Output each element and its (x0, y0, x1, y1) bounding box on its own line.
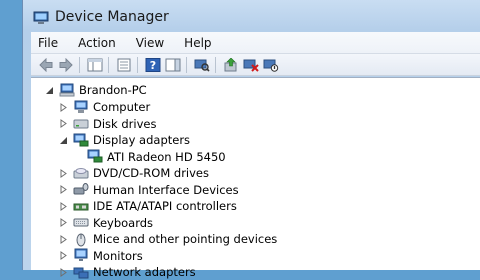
menu-view[interactable]: View (134, 35, 166, 51)
help-icon[interactable]: ? (144, 56, 162, 74)
tree-item-label: Human Interface Devices (93, 182, 239, 197)
expand-icon[interactable] (59, 251, 68, 260)
expand-icon[interactable] (59, 234, 68, 244)
monitor-icon (73, 248, 89, 263)
expand-icon[interactable] (59, 119, 68, 128)
tree-item-display-adapters[interactable]: Display adapters (59, 132, 190, 148)
expand-icon[interactable] (59, 185, 68, 194)
tree-item-keyboards[interactable]: Keyboards (59, 215, 153, 231)
keyboard-icon (73, 215, 89, 230)
tree-item-disk-drives[interactable]: Disk drives (59, 116, 156, 132)
ide-controller-icon (73, 199, 89, 214)
tree-item-label: Network adapters (93, 265, 196, 279)
device-manager-icon (33, 10, 49, 24)
menu-bar: File Action View Help (31, 32, 480, 54)
computer-icon (59, 83, 75, 98)
expand-icon[interactable] (59, 267, 68, 277)
expand-icon[interactable] (59, 201, 68, 211)
tree-item-label: Keyboards (93, 215, 154, 230)
tree-item-label: Monitors (93, 248, 143, 263)
tree-root[interactable]: Brandon-PC (45, 82, 147, 98)
computer-icon (73, 100, 89, 115)
menu-help[interactable]: Help (182, 35, 213, 51)
hid-icon (73, 182, 89, 197)
back-icon[interactable] (37, 56, 55, 74)
tree-item-label: DVD/CD-ROM drives (93, 166, 209, 180)
uninstall-icon[interactable] (242, 56, 260, 74)
title-bar[interactable]: Device Manager (23, 0, 480, 34)
tree-item-ati-radeon[interactable]: ATI Radeon HD 5450 (87, 149, 226, 165)
tree-item-label: Disk drives (93, 116, 157, 131)
tree-item-label: Computer (93, 100, 151, 114)
properties-icon[interactable] (115, 56, 133, 74)
disk-drive-icon (73, 116, 89, 131)
tree-item-computer[interactable]: Computer (59, 99, 150, 115)
device-tree[interactable]: Brandon-PC Computer Disk drives Display … (31, 77, 480, 279)
display-adapter-icon (87, 149, 103, 164)
tree-item-mice[interactable]: Mice and other pointing devices (59, 231, 277, 247)
menu-file[interactable]: File (36, 35, 60, 51)
menu-action[interactable]: Action (76, 35, 118, 51)
expand-icon[interactable] (59, 168, 68, 178)
expand-icon[interactable] (59, 218, 68, 227)
forward-icon[interactable] (57, 56, 75, 74)
device-manager-window: Device Manager File Action View Help ? B… (22, 0, 480, 279)
show-hide-icon[interactable] (86, 56, 104, 74)
tree-item-dvd-drives[interactable]: DVD/CD-ROM drives (59, 165, 209, 181)
tree-item-monitors[interactable]: Monitors (59, 248, 143, 264)
display-adapter-icon (73, 133, 89, 148)
tree-item-network-adapters[interactable]: Network adapters (59, 264, 196, 280)
tree-item-hid[interactable]: Human Interface Devices (59, 182, 239, 198)
tree-item-ide-controllers[interactable]: IDE ATA/ATAPI controllers (59, 198, 237, 214)
expand-icon[interactable] (59, 102, 68, 112)
network-adapter-icon (73, 265, 89, 280)
collapse-icon[interactable] (45, 86, 54, 95)
svg-text:?: ? (150, 59, 156, 72)
tree-root-label: Brandon-PC (79, 83, 147, 97)
update-driver-icon[interactable] (222, 56, 240, 74)
collapse-icon[interactable] (59, 136, 68, 145)
toolbar: ? (31, 54, 480, 76)
tree-item-label: ATI Radeon HD 5450 (107, 149, 226, 164)
window-title: Device Manager (55, 9, 169, 25)
disable-icon[interactable] (262, 56, 280, 74)
scan-hardware-icon[interactable] (193, 56, 211, 74)
dvd-drive-icon (73, 166, 89, 181)
tree-item-label: IDE ATA/ATAPI controllers (93, 199, 237, 213)
tree-item-label: Display adapters (93, 133, 191, 147)
action-pane-icon[interactable] (164, 56, 182, 74)
mouse-icon (73, 232, 89, 247)
tree-item-label: Mice and other pointing devices (93, 232, 278, 246)
